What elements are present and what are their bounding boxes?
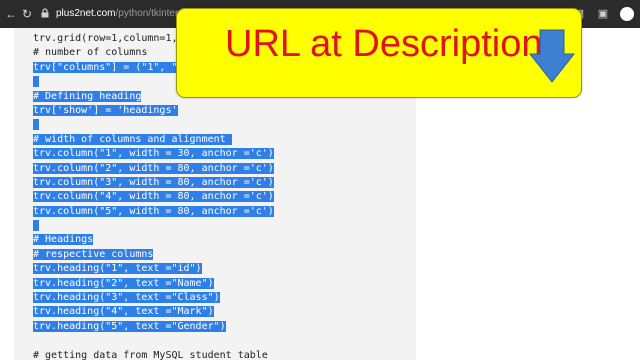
code-line-text: trv.heading("5", text ="Gender") — [33, 320, 226, 332]
code-line[interactable]: # Headings — [33, 233, 274, 247]
code-line[interactable]: trv.column("5", width = 80, anchor ='c') — [33, 205, 274, 219]
code-line-text: # respective columns — [33, 248, 154, 260]
url-host: plus2net.com — [56, 8, 116, 19]
code-line[interactable]: trv.heading("4", text ="Mark") — [33, 305, 274, 319]
code-line-text: trv.heading("4", text ="Mark") — [33, 306, 214, 318]
code-line-text: trv['show'] = 'headings' — [33, 104, 178, 116]
cast-icon[interactable]: ▣ — [596, 7, 610, 21]
code-line-text: trv.heading("2", text ="Name") — [33, 277, 214, 289]
code-line[interactable] — [33, 118, 274, 132]
code-line-text: # number of columns — [33, 47, 148, 59]
code-line-text: trv.column("1", width = 30, anchor ='c') — [33, 148, 274, 160]
code-line-text — [33, 220, 40, 232]
code-line[interactable]: trv.heading("3", text ="Class") — [33, 291, 274, 305]
code-line-text — [33, 76, 40, 88]
code-line-text: # getting data from MySQL student table — [33, 349, 268, 361]
code-line[interactable]: # width of columns and alignment — [33, 133, 274, 147]
code-line-text: trv.heading("3", text ="Class") — [33, 292, 220, 304]
url-banner: URL at Description — [176, 8, 582, 98]
code-line[interactable] — [33, 219, 274, 233]
code-line-text — [33, 119, 40, 131]
code-line-text: trv.column("3", width = 80, anchor ='c') — [33, 176, 274, 188]
code-line[interactable]: trv.heading("2", text ="Name") — [33, 277, 274, 291]
avatar-icon[interactable] — [620, 7, 634, 21]
code-line-text: trv.column("5", width = 80, anchor ='c') — [33, 205, 274, 217]
code-line[interactable]: trv.heading("5", text ="Gender") — [33, 320, 274, 334]
code-line-text: trv.heading("1", text ="id") — [33, 263, 202, 275]
code-line[interactable]: trv.heading("1", text ="id") — [33, 262, 274, 276]
code-line[interactable]: trv.column("2", width = 80, anchor ='c') — [33, 162, 274, 176]
code-line-text: trv.column("2", width = 80, anchor ='c') — [33, 162, 274, 174]
code-line[interactable]: # getting data from MySQL student table — [33, 349, 274, 363]
code-line-text: trv["columns"] = ("1", "2", — [33, 61, 196, 73]
code-line-text: # Defining heading — [33, 90, 142, 102]
code-line-text: # Headings — [33, 234, 94, 246]
back-arrow-icon[interactable]: ← — [4, 7, 18, 21]
code-line[interactable]: trv.column("1", width = 30, anchor ='c') — [33, 147, 274, 161]
lock-icon — [41, 8, 49, 18]
code-line[interactable]: trv.column("4", width = 80, anchor ='c') — [33, 190, 274, 204]
code-line[interactable] — [33, 334, 274, 348]
down-arrow-icon — [528, 29, 576, 83]
code-line[interactable]: # respective columns — [33, 248, 274, 262]
code-line[interactable]: trv['show'] = 'headings' — [33, 104, 274, 118]
code-line-text: # width of columns and alignment — [33, 133, 232, 145]
reload-icon[interactable]: ↻ — [20, 7, 34, 21]
code-line-text: trv.column("4", width = 80, anchor ='c') — [33, 191, 274, 203]
code-line[interactable]: trv.column("3", width = 80, anchor ='c') — [33, 176, 274, 190]
banner-title: URL at Description — [225, 23, 543, 65]
